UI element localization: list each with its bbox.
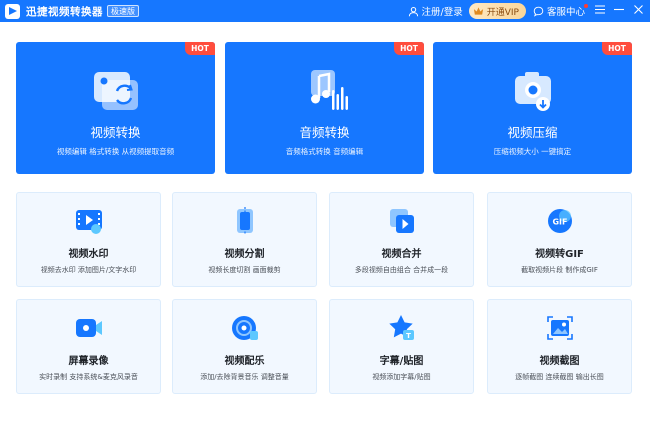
screen-record-icon (74, 314, 104, 342)
user-icon (408, 5, 420, 17)
tool-desc: 多段视频自由组合 合并成一段 (354, 266, 449, 274)
tool-title: 视频水印 (68, 249, 109, 260)
feature-desc: 音频格式转换 音频编辑 (285, 147, 364, 156)
audio-convert-icon (299, 68, 351, 114)
tool-desc: 截取视频片段 制作成GIF (521, 266, 598, 274)
tool-card-screen-record[interactable]: 屏幕录像 实时录制 支持系统&麦克风录音 (16, 299, 161, 394)
screenshot-icon (545, 314, 575, 342)
tool-card-subtitle-sticker[interactable]: T 字幕/贴图 视频添加字幕/贴图 (329, 299, 474, 394)
title-bar: 迅捷视频转换器 极速版 注册/登录 开通VIP 客服中心 (0, 0, 650, 22)
feature-title: 音频转换 (299, 125, 350, 140)
feature-card-video-convert[interactable]: HOT 视频转换 视频编辑 格式转换 从视频提取音频 (16, 42, 215, 174)
tool-title: 视频配乐 (224, 356, 265, 367)
feature-card-audio-convert[interactable]: HOT 音频转换 音频格式转换 音频编辑 (225, 42, 424, 174)
feature-desc: 视频编辑 格式转换 从视频提取音频 (56, 147, 175, 156)
crown-icon (473, 5, 485, 17)
tool-card-video-watermark[interactable]: 视频水印 视频去水印 添加图片/文字水印 (16, 192, 161, 287)
tool-title: 视频分割 (224, 249, 265, 260)
feature-title: 视频压缩 (507, 125, 558, 140)
tool-title: 视频转GIF (535, 249, 584, 260)
service-center-button[interactable]: 客服中心 (533, 0, 588, 22)
tool-desc: 视频去水印 添加图片/文字水印 (40, 266, 137, 274)
feature-desc: 压缩视频大小 一键搞定 (493, 147, 572, 156)
minimize-button[interactable] (611, 0, 627, 22)
tool-desc: 逐帧截图 连续截图 输出长图 (515, 373, 604, 381)
vip-button[interactable]: 开通VIP (468, 3, 526, 19)
tool-card-video-to-gif[interactable]: GIF 视频转GIF 截取视频片段 制作成GIF (487, 192, 632, 287)
tool-desc: 添加/去除背景音乐 调整音量 (200, 373, 289, 381)
menu-icon (595, 5, 605, 17)
tool-card-video-screenshot[interactable]: 视频截图 逐帧截图 连续截图 输出长图 (487, 299, 632, 394)
app-logo-icon (5, 3, 20, 19)
vip-label: 开通VIP (486, 7, 519, 18)
tool-title: 视频截图 (539, 356, 580, 367)
video-convert-icon (90, 68, 142, 114)
video-watermark-icon (74, 207, 104, 235)
chat-icon (533, 5, 545, 17)
tool-desc: 视频长度切割 画面裁剪 (208, 266, 281, 274)
close-button[interactable] (630, 0, 646, 22)
close-icon (633, 5, 643, 17)
music-icon (230, 314, 260, 342)
hot-badge: HOT (185, 42, 215, 55)
tool-card-video-merge[interactable]: 视频合并 多段视频自由组合 合并成一段 (329, 192, 474, 287)
tool-title: 字幕/贴图 (379, 356, 424, 367)
video-merge-icon (387, 207, 417, 235)
tool-card-video-music[interactable]: 视频配乐 添加/去除背景音乐 调整音量 (172, 299, 317, 394)
svg-text:T: T (406, 332, 411, 340)
svg-text:GIF: GIF (552, 218, 567, 227)
tool-title: 屏幕录像 (68, 356, 109, 367)
tool-title: 视频合并 (381, 249, 422, 260)
edition-badge: 极速版 (107, 5, 139, 17)
login-button[interactable]: 注册/登录 (408, 0, 463, 22)
app-title: 迅捷视频转换器 (26, 5, 103, 18)
hot-badge: HOT (602, 42, 632, 55)
tool-desc: 实时录制 支持系统&麦克风录音 (39, 373, 138, 381)
login-label: 注册/登录 (421, 7, 463, 18)
service-label: 客服中心 (546, 7, 585, 18)
feature-card-video-compress[interactable]: HOT 视频压缩 压缩视频大小 一键搞定 (433, 42, 632, 174)
video-split-icon (230, 207, 260, 235)
subtitle-sticker-icon: T (387, 314, 417, 342)
feature-title: 视频转换 (90, 125, 141, 140)
tool-desc: 视频添加字幕/贴图 (372, 373, 431, 381)
notification-dot (584, 4, 588, 8)
minimize-icon (614, 5, 624, 17)
tool-card-video-split[interactable]: 视频分割 视频长度切割 画面裁剪 (172, 192, 317, 287)
video-compress-icon (507, 68, 559, 114)
gif-icon: GIF (545, 207, 575, 235)
menu-button[interactable] (592, 0, 608, 22)
hot-badge: HOT (394, 42, 424, 55)
